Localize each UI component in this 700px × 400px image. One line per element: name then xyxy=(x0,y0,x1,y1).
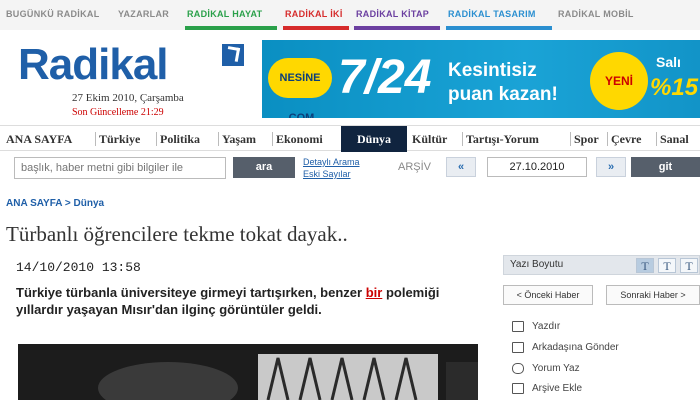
topnav-item-radikal-mobil[interactable]: RADİKAL MOBİL xyxy=(558,9,634,19)
archive-prev-button[interactable]: « xyxy=(446,157,476,177)
ad-headline: 7/24 xyxy=(338,51,432,104)
radikal-logo[interactable]: Radikal xyxy=(18,40,169,90)
nav-dunya[interactable]: Dünya xyxy=(341,126,407,152)
nav-politika[interactable]: Politika xyxy=(158,126,202,152)
search-links: Detaylı Arama Eski Sayılar xyxy=(303,156,360,180)
ad-new-badge: YENİ xyxy=(590,52,648,110)
radikal-iki-underline xyxy=(283,26,349,30)
nav-turkiye[interactable]: Türkiye xyxy=(97,126,142,152)
nav-ekonomi[interactable]: Ekonomi xyxy=(274,126,325,152)
lead-text-start: Türkiye türbanla üniversiteye girmeyi ta… xyxy=(16,285,363,300)
ad-line-1: Kesintisiz xyxy=(448,60,537,81)
envelope-icon xyxy=(512,342,524,353)
nav-kultur[interactable]: Kültür xyxy=(410,126,449,152)
nav-tartisi-yorum[interactable]: Tartışı-Yorum xyxy=(464,126,541,152)
detailed-search-link[interactable]: Detaylı Arama xyxy=(303,156,360,168)
nav-cevre[interactable]: Çevre xyxy=(609,126,643,152)
font-size-small-button[interactable]: T xyxy=(636,258,654,273)
add-to-archive-label: Arşive Ekle xyxy=(532,383,583,394)
printer-icon xyxy=(512,321,524,332)
font-size-label: Yazı Boyutu xyxy=(510,259,564,270)
font-size-panel: Yazı Boyutu T T T xyxy=(503,255,700,275)
previous-news-button[interactable]: < Önceki Haber xyxy=(503,285,593,305)
write-comment-label: Yorum Yaz xyxy=(532,363,580,374)
ad-day: Salı xyxy=(656,54,681,70)
lead-inline-link[interactable]: bir xyxy=(366,285,383,300)
topnav-item-bugunku-radikal[interactable]: BUGÜNKÜ RADİKAL xyxy=(6,9,100,19)
archive-date-field[interactable]: 27.10.2010 xyxy=(487,157,587,177)
topnav-item-radikal-hayat[interactable]: RADİKAL HAYAT xyxy=(187,9,262,19)
nav-ana-sayfa[interactable]: ANA SAYFA xyxy=(4,126,74,152)
logo-arrow-icon xyxy=(222,44,244,66)
font-size-medium-button[interactable]: T xyxy=(658,258,676,273)
nav-spor[interactable]: Spor xyxy=(572,126,601,152)
nav-sanal[interactable]: Sanal xyxy=(658,126,691,152)
search-button[interactable]: ara xyxy=(233,157,295,178)
breadcrumb[interactable]: ANA SAYFA > Dünya xyxy=(6,198,104,209)
topnav-item-radikal-tasarim[interactable]: RADİKAL TASARIM xyxy=(448,9,536,19)
archive-go-button[interactable]: git xyxy=(631,157,700,177)
nesine-ad-banner[interactable]: NESİNE .COM 7/24 Kesintisiz puan kazan! … xyxy=(262,40,700,118)
archive-next-button[interactable]: » xyxy=(596,157,626,177)
last-updated: Son Güncelleme 21:29 xyxy=(72,107,164,118)
top-navigation: BUGÜNKÜ RADİKAL YAZARLAR RADİKAL HAYAT R… xyxy=(0,0,700,30)
radikal-hayat-underline xyxy=(185,26,277,30)
archive-label: ARŞİV xyxy=(398,161,432,173)
ad-nesine-logo: NESİNE .COM xyxy=(268,58,332,118)
search-input[interactable] xyxy=(14,157,226,179)
article-timestamp: 14/10/2010 13:58 xyxy=(16,260,141,275)
archive-icon xyxy=(512,383,524,394)
nav-yasam[interactable]: Yaşam xyxy=(220,126,258,152)
ad-percent: %15 xyxy=(650,74,699,101)
article-title: Türbanlı öğrencilere tekme tokat dayak.. xyxy=(6,222,348,246)
current-date: 27 Ekim 2010, Çarşamba xyxy=(72,92,184,104)
ad-line-2: puan kazan! xyxy=(448,84,558,105)
radikal-tasarim-underline xyxy=(446,26,552,30)
send-to-friend-label: Arkadaşına Gönder xyxy=(532,342,619,353)
old-issues-link[interactable]: Eski Sayılar xyxy=(303,168,360,180)
photo-scene xyxy=(18,344,478,400)
font-size-large-button[interactable]: T xyxy=(680,258,698,273)
topnav-item-radikal-kitap[interactable]: RADİKAL KİTAP xyxy=(356,9,429,19)
radikal-kitap-underline xyxy=(354,26,440,30)
topnav-item-radikal-iki[interactable]: RADİKAL İKİ xyxy=(285,9,343,19)
next-news-button[interactable]: Sonraki Haber > xyxy=(606,285,700,305)
main-navigation: ANA SAYFA Türkiye Politika Yaşam Ekonomi… xyxy=(0,125,700,152)
comment-icon xyxy=(512,363,524,374)
topnav-item-yazarlar[interactable]: YAZARLAR xyxy=(118,9,169,19)
article-lead: Türkiye türbanla üniversiteye girmeyi ta… xyxy=(16,284,484,318)
article-photo[interactable] xyxy=(18,344,478,400)
print-label: Yazdır xyxy=(532,321,561,332)
